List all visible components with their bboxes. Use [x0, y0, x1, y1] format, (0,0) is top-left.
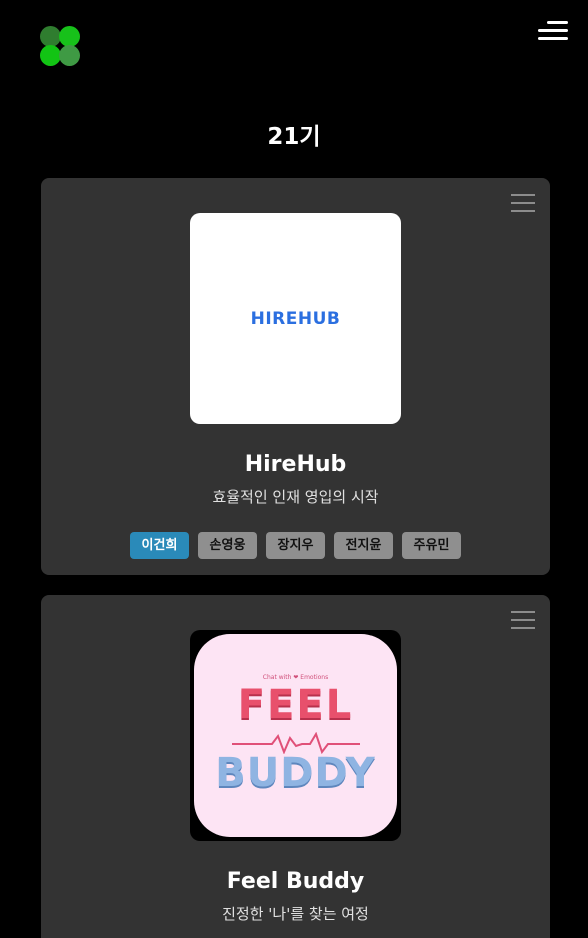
hamburger-menu-icon[interactable] — [534, 18, 568, 44]
project-thumbnail[interactable]: HIREHUB — [190, 213, 401, 424]
card-menu-icon[interactable] — [511, 611, 535, 629]
project-card-hirehub: HIREHUB HireHub 효율적인 인재 영입의 시작 이건희 손영웅 장… — [41, 178, 550, 575]
project-thumbnail[interactable]: Chat with ❤ Emotions FEEL BUDDY — [190, 630, 401, 841]
project-title[interactable]: HireHub — [41, 452, 550, 477]
project-title[interactable]: Feel Buddy — [41, 869, 550, 894]
page: 21기 HIREHUB HireHub 효율적인 인재 영입의 시작 이건희 손… — [0, 0, 588, 938]
project-description: 효율적인 인재 영입의 시작 — [212, 488, 379, 506]
clover-logo-icon[interactable] — [40, 26, 80, 66]
member-list: 이건희 손영웅 장지우 전지윤 주유민 — [41, 532, 550, 559]
logo-leaf — [59, 26, 80, 47]
feel-buddy-logo-word: BUDDY — [215, 750, 376, 796]
logo-leaf — [40, 26, 61, 47]
card-menu-icon[interactable] — [511, 194, 535, 212]
member-tag[interactable]: 장지우 — [266, 532, 325, 559]
project-description: 진정한 '나'를 찾는 여정 — [222, 905, 369, 923]
member-tag[interactable]: 이건희 — [130, 532, 189, 559]
project-card-feel-buddy: Chat with ❤ Emotions FEEL BUDDY Feel Bud… — [41, 595, 550, 938]
member-tag[interactable]: 전지윤 — [334, 532, 393, 559]
member-tag[interactable]: 주유민 — [402, 532, 461, 559]
page-title: 21기 — [267, 124, 321, 150]
logo-leaf — [59, 45, 80, 66]
hirehub-logo-text: HIREHUB — [250, 308, 341, 329]
feel-buddy-app-icon: Chat with ❤ Emotions FEEL BUDDY — [194, 634, 397, 837]
feel-buddy-logo-word: FEEL — [237, 682, 354, 728]
logo-leaf — [40, 45, 61, 66]
member-tag[interactable]: 손영웅 — [198, 532, 257, 559]
feel-buddy-tagline: Chat with ❤ Emotions — [262, 674, 329, 681]
